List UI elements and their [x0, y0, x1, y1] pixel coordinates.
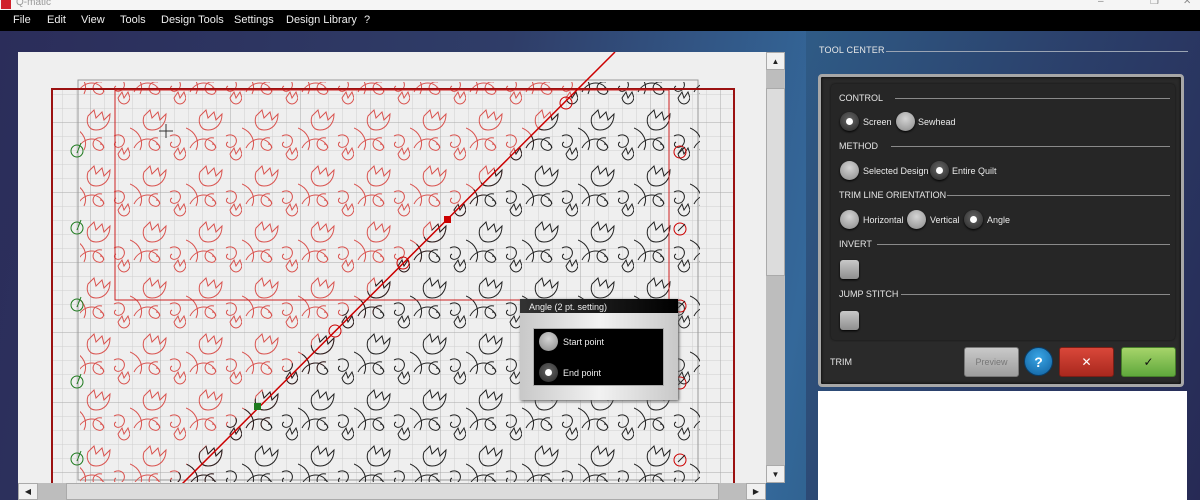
horizontal-scrollbar[interactable]: ◀ ▶ — [18, 483, 766, 500]
horizontal-scroll-thumb[interactable] — [66, 483, 719, 500]
menu-settings[interactable]: Settings — [234, 14, 274, 26]
jump-stitch-checkbox[interactable] — [840, 311, 859, 330]
scroll-left-button[interactable]: ◀ — [18, 483, 38, 500]
selected-design-radio[interactable] — [840, 161, 859, 180]
invert-section-label: INVERT — [839, 239, 872, 249]
trim-label: TRIM — [830, 357, 852, 367]
restore-icon[interactable]: ❐ — [1150, 0, 1159, 7]
close-icon: ✕ — [1081, 355, 1092, 369]
preview-area — [818, 391, 1187, 500]
tool-center-panel: CONTROL Screen Sewhead METHOD Selected D… — [818, 74, 1184, 387]
menu-edit[interactable]: Edit — [47, 14, 66, 26]
invert-divider — [877, 244, 1170, 245]
end-point-radio[interactable] — [539, 363, 558, 382]
horizontal-radio[interactable] — [840, 210, 859, 229]
sewhead-radio[interactable] — [896, 112, 915, 131]
scroll-right-icon: ▶ — [752, 487, 760, 496]
angle-radio[interactable] — [964, 210, 983, 229]
scroll-track-top — [766, 70, 785, 88]
start-point-radio[interactable] — [539, 332, 558, 351]
entire-quilt-radio[interactable] — [930, 161, 949, 180]
start-point-label: Start point — [563, 337, 605, 347]
angle-label: Angle — [987, 215, 1011, 225]
help-button[interactable]: ? — [1024, 347, 1053, 376]
trim-end-point[interactable] — [444, 216, 451, 223]
horizontal-label: Horizontal — [863, 215, 904, 225]
screen-label: Screen — [863, 117, 892, 127]
vertical-scrollbar[interactable]: ▲ ▼ — [766, 52, 785, 483]
method-divider — [891, 146, 1170, 147]
help-icon: ? — [1034, 353, 1043, 370]
vertical-label: Vertical — [930, 215, 960, 225]
menu-tools[interactable]: Tools — [120, 14, 146, 26]
control-divider — [895, 98, 1170, 99]
menu-file[interactable]: File — [13, 14, 31, 26]
trim-start-point[interactable] — [254, 403, 261, 410]
preview-button[interactable]: Preview — [964, 347, 1019, 377]
checkmark-icon: ✓ — [1143, 355, 1154, 369]
menu-view[interactable]: View — [81, 14, 105, 26]
jump-stitch-section-label: JUMP STITCH — [839, 289, 899, 299]
apply-button[interactable]: ✓ — [1121, 347, 1176, 377]
minimize-icon[interactable]: – — [1098, 0, 1104, 7]
entire-quilt-label: Entire Quilt — [952, 166, 997, 176]
orientation-section-label: TRIM LINE ORIENTATION — [839, 190, 947, 200]
scroll-right-button[interactable]: ▶ — [746, 483, 766, 500]
sewhead-label: Sewhead — [918, 117, 956, 127]
end-point-label: End point — [563, 368, 602, 378]
control-section-label: CONTROL — [839, 93, 884, 103]
menu-bar: File Edit View Tools Design Tools Settin… — [0, 10, 1200, 31]
app-logo-icon — [1, 0, 11, 9]
trim-options-panel: CONTROL Screen Sewhead METHOD Selected D… — [831, 84, 1175, 340]
scroll-down-icon: ▼ — [771, 469, 780, 479]
jump-stitch-divider — [901, 294, 1170, 295]
tool-center-title: TOOL CENTER — [819, 45, 885, 55]
cancel-button[interactable]: ✕ — [1059, 347, 1114, 377]
screen-radio[interactable] — [840, 112, 859, 131]
window-title: Q-matic — [16, 0, 51, 8]
menu-help[interactable]: ? — [364, 14, 370, 26]
scroll-left-icon: ◀ — [24, 487, 32, 496]
vertical-scroll-thumb[interactable] — [766, 88, 785, 276]
scroll-up-icon: ▲ — [771, 56, 780, 66]
title-bar: Q-matic – ❐ ✕ — [0, 0, 1200, 10]
orientation-divider — [947, 195, 1170, 196]
angle-setting-popup: Angle (2 pt. setting) Start point End po… — [520, 299, 678, 400]
quilt-drawing[interactable] — [18, 52, 766, 483]
tool-center-divider — [886, 51, 1188, 52]
method-section-label: METHOD — [839, 141, 878, 151]
menu-design-library[interactable]: Design Library — [286, 14, 357, 26]
scroll-up-button[interactable]: ▲ — [766, 52, 785, 70]
popup-options: Start point End point — [533, 328, 664, 386]
close-window-icon[interactable]: ✕ — [1183, 0, 1191, 7]
selected-design-label: Selected Design — [863, 166, 929, 176]
popup-title: Angle (2 pt. setting) — [520, 299, 678, 313]
scroll-down-button[interactable]: ▼ — [766, 465, 785, 483]
quilt-canvas[interactable] — [18, 52, 766, 483]
vertical-radio[interactable] — [907, 210, 926, 229]
invert-checkbox[interactable] — [840, 260, 859, 279]
menu-design-tools[interactable]: Design Tools — [161, 14, 224, 26]
